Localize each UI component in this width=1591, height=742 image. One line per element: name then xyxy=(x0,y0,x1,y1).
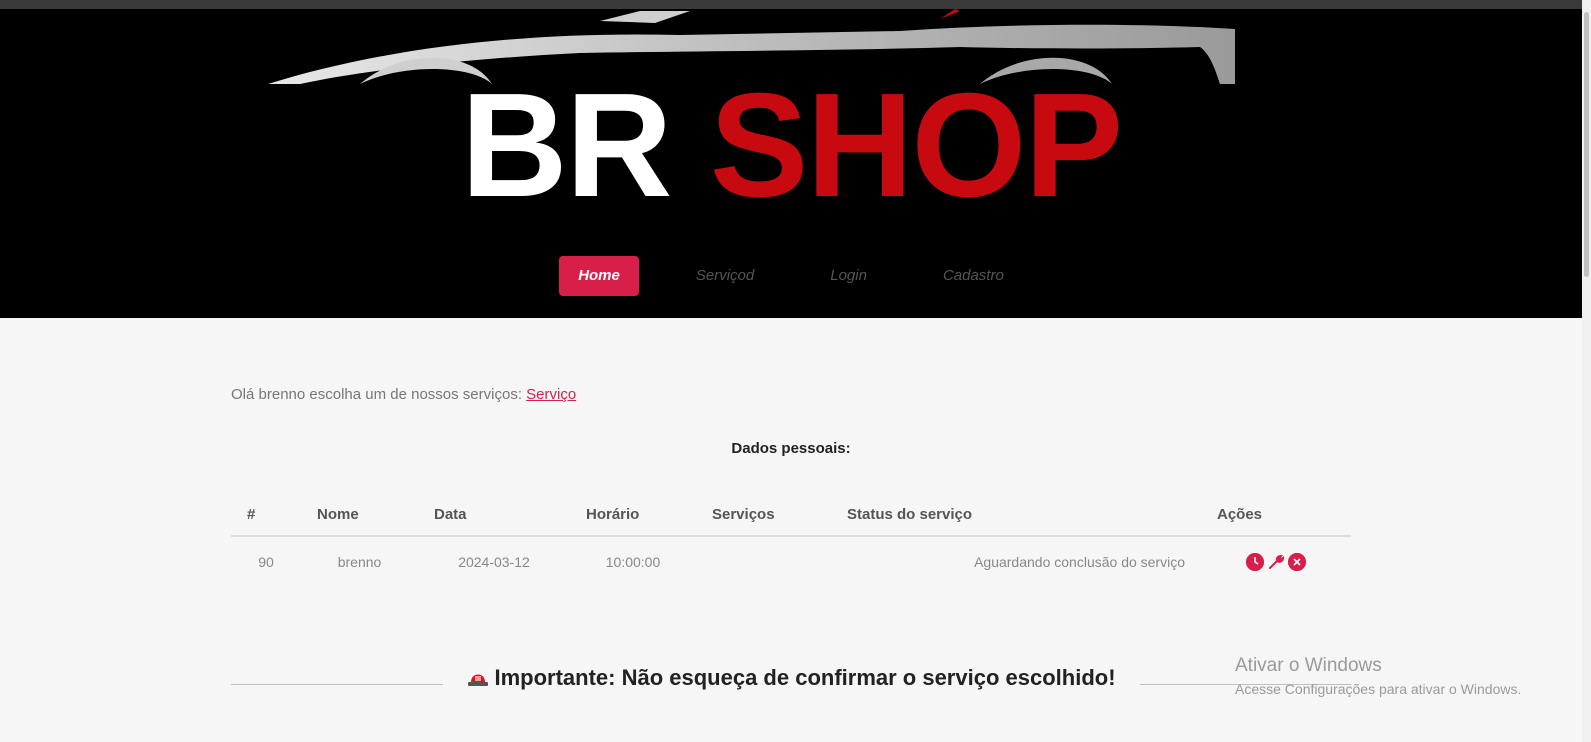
cell-servicos xyxy=(696,536,831,586)
cell-horario: 10:00:00 xyxy=(605,553,661,570)
site-header: BR SHOP Home Serviçod Login Cadastro xyxy=(0,9,1582,318)
important-notice: Importante: Não esqueça de confirmar o s… xyxy=(231,655,1351,707)
brand-part-1: BR xyxy=(460,63,673,228)
brand-logo[interactable]: BR SHOP xyxy=(0,72,1582,220)
divider-left xyxy=(231,684,443,685)
nav-home[interactable]: Home xyxy=(559,256,639,296)
siren-icon xyxy=(468,674,489,686)
watermark-subtitle: Acesse Configurações para ativar o Windo… xyxy=(1235,681,1522,697)
greeting-text: Olá brenno escolha um de nossos serviços… xyxy=(231,386,522,403)
section-title: Dados pessoais: xyxy=(731,440,851,457)
service-link[interactable]: Serviço xyxy=(526,386,576,403)
col-servicos-header: Serviços xyxy=(696,493,831,537)
appointments-table: # Nome Data Horário Serviços Status do s… xyxy=(231,493,1351,586)
col-data-header: Data xyxy=(418,493,570,537)
cell-nome: brenno xyxy=(337,553,382,570)
col-acoes-header: Ações xyxy=(1201,493,1351,537)
important-text-wrap: Importante: Não esqueça de confirmar o s… xyxy=(461,665,1121,691)
table-row: 90 brenno 2024-03-12 10:00:00 Aguardando… xyxy=(231,536,1351,586)
cell-status: Aguardando conclusão do serviço xyxy=(974,553,1185,570)
col-horario-header: Horário xyxy=(570,493,696,537)
nav-cadastro[interactable]: Cadastro xyxy=(924,256,1023,296)
brand-part-2: SHOP xyxy=(709,63,1123,228)
main-nav: Home Serviçod Login Cadastro xyxy=(0,256,1582,296)
col-nome-header: Nome xyxy=(301,493,418,537)
nav-servicos[interactable]: Serviçod xyxy=(677,256,773,296)
close-icon[interactable] xyxy=(1288,552,1306,571)
watermark-title: Ativar o Windows xyxy=(1235,655,1382,676)
greeting: Olá brenno escolha um de nossos serviços… xyxy=(231,386,576,403)
browser-top-bar xyxy=(0,0,1591,9)
important-text: Importante: Não esqueça de confirmar o s… xyxy=(494,665,1116,690)
wrench-icon[interactable] xyxy=(1267,553,1285,571)
scrollbar-thumb[interactable] xyxy=(1584,12,1589,277)
nav-login[interactable]: Login xyxy=(811,256,886,296)
cell-data: 2024-03-12 xyxy=(458,553,530,570)
cell-id: 90 xyxy=(258,553,274,570)
col-id-header: # xyxy=(231,493,301,537)
clock-icon[interactable] xyxy=(1246,552,1264,571)
col-status-header: Status do serviço xyxy=(831,493,1201,537)
cell-acoes xyxy=(1201,536,1351,586)
windows-activation-watermark: Ativar o Windows Acesse Configurações pa… xyxy=(1235,655,1521,697)
table-header-row: # Nome Data Horário Serviços Status do s… xyxy=(231,493,1351,537)
row-actions xyxy=(1217,552,1335,571)
